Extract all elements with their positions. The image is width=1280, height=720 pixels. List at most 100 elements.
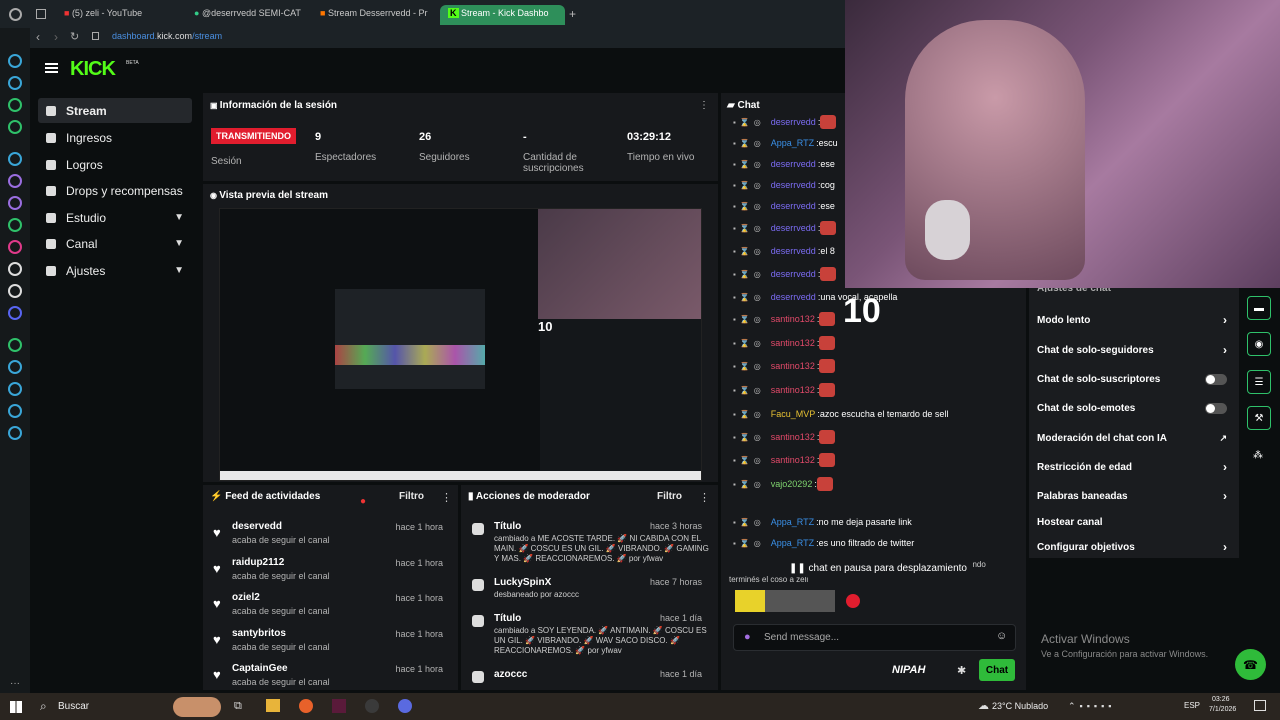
- chat-username[interactable]: santino132: [771, 385, 815, 395]
- tab-kick-dashboard[interactable]: K Stream - Kick Dashbo: [440, 5, 565, 25]
- setting-followers-only[interactable]: Chat de solo-seguidores ›: [1037, 339, 1227, 361]
- chat-username[interactable]: santino132: [771, 361, 815, 371]
- chat-settings-icon[interactable]: ✱: [957, 664, 966, 677]
- mod-actions-icon[interactable]: ▪⌛◎: [733, 518, 765, 527]
- back-icon[interactable]: ‹: [36, 30, 40, 44]
- session-menu-icon[interactable]: ⋮: [699, 100, 709, 111]
- chat-username[interactable]: santino132: [771, 432, 815, 442]
- browser-menu-icon[interactable]: [9, 8, 22, 21]
- extension-icon[interactable]: [8, 98, 22, 112]
- nav-stream[interactable]: Stream: [38, 98, 192, 123]
- url-field[interactable]: dashboard.kick.com/stream: [112, 31, 222, 41]
- new-tab-icon[interactable]: +: [569, 7, 576, 21]
- firefox-icon[interactable]: [299, 699, 313, 713]
- wrench-icon[interactable]: ⚒: [1247, 406, 1271, 430]
- feed-menu-icon[interactable]: ⋮: [441, 491, 452, 504]
- chat-username[interactable]: santino132: [771, 455, 815, 465]
- mod-actions-icon[interactable]: ▪⌛◎: [733, 480, 765, 489]
- mod-actions-icon[interactable]: ▪⌛◎: [733, 339, 765, 348]
- setting-banned-words[interactable]: Palabras baneadas ›: [1037, 485, 1227, 507]
- mod-actions-icon[interactable]: ▪⌛◎: [733, 293, 765, 302]
- mod-actions-icon[interactable]: ▪⌛◎: [733, 270, 765, 279]
- tray-clock-date[interactable]: 7/1/2026: [1209, 706, 1236, 713]
- chat-bubble-icon[interactable]: ▬: [1247, 296, 1271, 320]
- nav-logros[interactable]: Logros: [38, 152, 192, 177]
- chat-send-button[interactable]: Chat: [979, 659, 1015, 681]
- emotes-only-toggle[interactable]: [1205, 402, 1227, 414]
- extension-icon[interactable]: [8, 174, 22, 188]
- tab-actions-icon[interactable]: [36, 9, 46, 19]
- setting-host-channel[interactable]: Hostear canal: [1037, 511, 1227, 533]
- setting-slow-mode[interactable]: Modo lento ›: [1037, 309, 1227, 331]
- tab-youtube[interactable]: ■ (5) zeli - YouTube: [56, 5, 181, 25]
- extension-icon[interactable]: [8, 76, 22, 90]
- setting-emotes-only[interactable]: Chat de solo-emotes: [1037, 397, 1227, 419]
- notification-icon[interactable]: [1254, 700, 1266, 711]
- apps-icon[interactable]: ⁂: [1253, 450, 1263, 461]
- app-icon[interactable]: [398, 699, 412, 713]
- whatsapp-icon[interactable]: [8, 218, 22, 232]
- mod-actions-icon[interactable]: ▪⌛◎: [733, 139, 765, 148]
- nav-ajustes[interactable]: Ajustes ▼: [38, 258, 192, 283]
- history-icon[interactable]: [8, 360, 22, 374]
- chat-username[interactable]: deserrvedd: [771, 201, 816, 211]
- emote-picker-icon[interactable]: ☺: [996, 630, 1007, 642]
- app-icon[interactable]: [332, 699, 346, 713]
- tray-icons[interactable]: ⌃▪▪▪▪▪: [1068, 701, 1116, 712]
- spotify-icon[interactable]: [8, 338, 22, 352]
- mod-menu-icon[interactable]: ⋮: [699, 491, 710, 504]
- chat-username[interactable]: deserrvedd: [771, 223, 816, 233]
- kick-logo[interactable]: KICK: [70, 58, 116, 81]
- mod-actions-icon[interactable]: ▪⌛◎: [733, 456, 765, 465]
- instagram-icon[interactable]: [8, 240, 22, 254]
- chat-username[interactable]: santino132: [771, 314, 815, 324]
- tab-semi-cat[interactable]: ● @deserrvedd SEMI-CAT: [186, 5, 306, 25]
- search-icon[interactable]: ⌕: [40, 699, 47, 714]
- mod-actions-icon[interactable]: ▪⌛◎: [733, 315, 765, 324]
- discord-icon[interactable]: [8, 306, 22, 320]
- chat-username[interactable]: Appa_RTZ: [771, 517, 814, 527]
- mod-actions-icon[interactable]: ▪⌛◎: [733, 247, 765, 256]
- extension-icon[interactable]: [8, 120, 22, 134]
- language-indicator[interactable]: ESP: [1184, 701, 1200, 710]
- chat-username[interactable]: deserrvedd: [771, 117, 816, 127]
- tab-stream-pr[interactable]: ■ Stream Desserrvedd - Pr: [312, 5, 434, 25]
- chat-username[interactable]: deserrvedd: [771, 159, 816, 169]
- chat-username[interactable]: santino132: [771, 338, 815, 348]
- mod-actions-icon[interactable]: ▪⌛◎: [733, 362, 765, 371]
- mod-actions-icon[interactable]: ▪⌛◎: [733, 202, 765, 211]
- chat-username[interactable]: Facu_MVP: [771, 409, 816, 419]
- setting-subs-only[interactable]: Chat de solo-suscriptores: [1037, 368, 1227, 390]
- mod-actions-icon[interactable]: ▪⌛◎: [733, 433, 765, 442]
- chat-username[interactable]: deserrvedd: [771, 292, 816, 302]
- chat-username[interactable]: Appa_RTZ: [771, 538, 814, 548]
- subs-only-toggle[interactable]: [1205, 373, 1227, 385]
- file-explorer-icon[interactable]: [266, 699, 280, 712]
- extension-icon[interactable]: [8, 196, 22, 210]
- support-bubble[interactable]: ☎: [1235, 649, 1266, 680]
- chat-input[interactable]: ● Send message... ☺: [733, 624, 1016, 651]
- setting-age-restriction[interactable]: Restricción de edad ›: [1037, 456, 1227, 478]
- setting-goals[interactable]: Configurar objetivos ›: [1037, 536, 1227, 558]
- chat-username[interactable]: vajo20292: [771, 479, 813, 489]
- tiktok-icon[interactable]: [8, 262, 22, 276]
- mod-actions-icon[interactable]: ▪⌛◎: [733, 118, 765, 127]
- setting-ai-moderation[interactable]: Moderación del chat con IA ↗: [1037, 427, 1227, 449]
- taskbar-search[interactable]: Buscar: [58, 701, 89, 712]
- forward-icon[interactable]: ›: [54, 30, 58, 44]
- mod-actions-icon[interactable]: ▪⌛◎: [733, 160, 765, 169]
- downloads-icon[interactable]: [8, 382, 22, 396]
- mod-actions-icon[interactable]: ▪⌛◎: [733, 410, 765, 419]
- chat-username[interactable]: deserrvedd: [771, 246, 816, 256]
- x-icon[interactable]: [8, 284, 22, 298]
- chat-username[interactable]: Appa_RTZ: [771, 138, 814, 148]
- tray-clock-time[interactable]: 03:26: [1212, 696, 1230, 703]
- chat-paused-banner[interactable]: ❚❚ chat en pausa para desplazamiento: [783, 560, 973, 577]
- hamburger-icon[interactable]: [45, 63, 58, 73]
- task-view-icon[interactable]: ⧉: [234, 700, 242, 713]
- extension-icon[interactable]: [8, 152, 22, 166]
- extension-icon[interactable]: [8, 54, 22, 68]
- mod-actions-icon[interactable]: ▪⌛◎: [733, 386, 765, 395]
- chat-username[interactable]: deserrvedd: [771, 269, 816, 279]
- layout-icon[interactable]: ☰: [1247, 370, 1271, 394]
